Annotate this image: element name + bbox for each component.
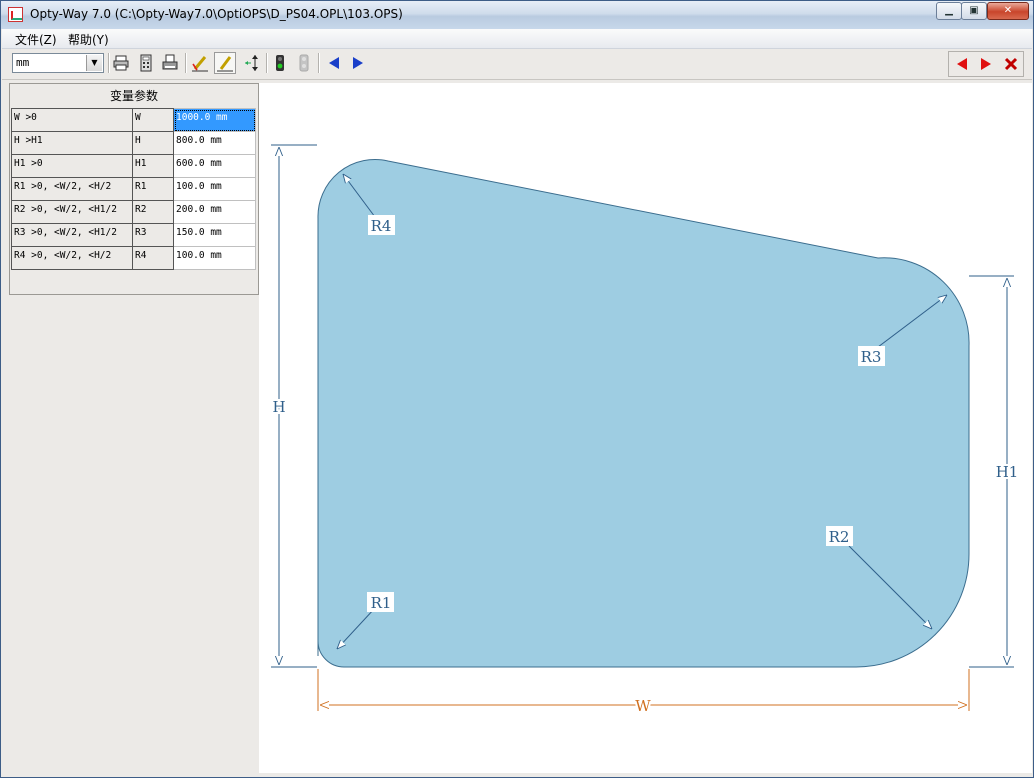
r1-label: R1 <box>371 594 392 612</box>
app-icon[interactable] <box>8 7 23 22</box>
calculator-icon <box>140 54 152 72</box>
next-red-button[interactable] <box>975 53 997 75</box>
parameter-panel: 变量参数 W >0 W 1000.0 mm H >H1 H 800.0 mm H1 >0 H1… <box>9 83 259 295</box>
table-row[interactable]: R2 >0, <W/2, <H1/2 R2 200.0 mm <box>11 200 256 224</box>
close-icon: ✕ <box>1003 5 1013 16</box>
print-icon <box>113 55 129 71</box>
variable-name-cell: R3 <box>132 223 174 247</box>
height-label: H <box>272 398 285 416</box>
previous-red-button[interactable] <box>951 53 973 75</box>
r4-label: R4 <box>371 217 392 235</box>
r3-label: R3 <box>861 348 882 366</box>
arrow-left-icon <box>329 57 339 69</box>
r2-label: R2 <box>829 528 850 546</box>
h1-label: H1 <box>996 463 1019 481</box>
stop-button[interactable] <box>293 52 315 74</box>
title-bar[interactable]: Opty-Way 7.0 (C:\Opty-Way7.0\OptiOPS\D_P… <box>1 1 1033 29</box>
toolbar: mm ▼ <box>2 49 1032 80</box>
constraint-cell: H1 >0 <box>11 154 133 178</box>
constraint-cell: R4 >0, <W/2, <H/2 <box>11 246 133 270</box>
table-row[interactable]: H1 >0 H1 600.0 mm <box>11 154 256 178</box>
variable-value-cell[interactable]: 150.0 mm <box>173 223 256 247</box>
calculator-button[interactable] <box>135 52 157 74</box>
variable-name-cell: H1 <box>132 154 174 178</box>
unit-select-value: mm <box>16 56 30 69</box>
toolbar-separator <box>185 53 187 73</box>
arrow-left-red-icon <box>957 58 967 70</box>
table-row[interactable]: R4 >0, <W/2, <H/2 R4 100.0 mm <box>11 246 256 270</box>
previous-button[interactable] <box>323 52 345 74</box>
printer-icon <box>162 54 178 70</box>
unit-select[interactable]: mm ▼ <box>12 53 104 73</box>
maximize-button[interactable]: ▣ <box>961 2 987 20</box>
edit-button[interactable] <box>214 52 236 74</box>
table-row[interactable]: R1 >0, <W/2, <H/2 R1 100.0 mm <box>11 177 256 201</box>
maximize-icon: ▣ <box>969 5 979 16</box>
exit-button[interactable] <box>1000 53 1022 75</box>
constraint-cell: W >0 <box>11 108 133 132</box>
constraint-cell: H >H1 <box>11 131 133 155</box>
menu-file[interactable]: 文件(Z) <box>15 31 57 48</box>
minimize-icon: ▁ <box>945 5 953 16</box>
pencil-check-icon <box>192 56 208 72</box>
menu-help[interactable]: 帮助(Y) <box>68 31 109 48</box>
variable-value-cell[interactable]: 1000.0 mm <box>173 108 256 132</box>
variable-value-cell[interactable]: 100.0 mm <box>173 246 256 270</box>
variable-name-cell: R2 <box>132 200 174 224</box>
menu-bar: 文件(Z) 帮助(Y) <box>2 29 1032 49</box>
application-window: Opty-Way 7.0 (C:\Opty-Way7.0\OptiOPS\D_P… <box>0 0 1034 778</box>
dimension-arrows-icon <box>245 55 258 71</box>
traffic-light-icon <box>276 55 284 71</box>
parameter-table: W >0 W 1000.0 mm H >H1 H 800.0 mm H1 >0 H1 600.0… <box>11 108 256 270</box>
constraint-cell: R3 >0, <W/2, <H1/2 <box>11 223 133 247</box>
traffic-light-disabled-icon <box>299 54 309 72</box>
status-strip <box>2 773 1032 777</box>
edit-check-button[interactable] <box>189 52 211 74</box>
shape-outline[interactable] <box>317 159 970 668</box>
variable-value-cell[interactable]: 600.0 mm <box>173 154 256 178</box>
arrow-right-red-icon <box>981 58 991 70</box>
navigation-group <box>948 51 1024 77</box>
pencil-icon <box>217 56 233 72</box>
close-red-icon <box>1004 57 1018 71</box>
variable-value-cell[interactable]: 800.0 mm <box>173 131 256 155</box>
table-row[interactable]: R3 >0, <W/2, <H1/2 R3 150.0 mm <box>11 223 256 247</box>
constraint-cell: R1 >0, <W/2, <H/2 <box>11 177 133 201</box>
width-label: W <box>635 697 651 715</box>
arrow-right-icon <box>353 57 363 69</box>
print-button[interactable] <box>110 52 132 74</box>
variable-name-cell: R1 <box>132 177 174 201</box>
dimension-button[interactable] <box>241 52 263 74</box>
run-button[interactable] <box>269 52 291 74</box>
close-button[interactable]: ✕ <box>987 2 1029 20</box>
variable-name-cell: H <box>132 131 174 155</box>
drawing-canvas[interactable]: H H1 W R1 R2 R3 R4 <box>259 83 1032 773</box>
panel-title: 变量参数 <box>109 89 158 103</box>
table-row[interactable]: W >0 W 1000.0 mm <box>11 108 256 132</box>
variable-name-cell: W <box>132 108 174 132</box>
shape-drawing: H H1 W R1 R2 R3 R4 <box>270 144 1020 717</box>
chevron-down-icon[interactable]: ▼ <box>86 55 102 71</box>
printer-button[interactable] <box>159 52 181 74</box>
window-title: Opty-Way 7.0 (C:\Opty-Way7.0\OptiOPS\D_P… <box>30 7 403 21</box>
toolbar-separator <box>318 53 320 73</box>
next-button[interactable] <box>347 52 369 74</box>
toolbar-separator <box>266 53 268 73</box>
constraint-cell: R2 >0, <W/2, <H1/2 <box>11 200 133 224</box>
minimize-button[interactable]: ▁ <box>936 2 962 20</box>
variable-value-cell[interactable]: 200.0 mm <box>173 200 256 224</box>
variable-name-cell: R4 <box>132 246 174 270</box>
table-row[interactable]: H >H1 H 800.0 mm <box>11 131 256 155</box>
variable-value-cell[interactable]: 100.0 mm <box>173 177 256 201</box>
